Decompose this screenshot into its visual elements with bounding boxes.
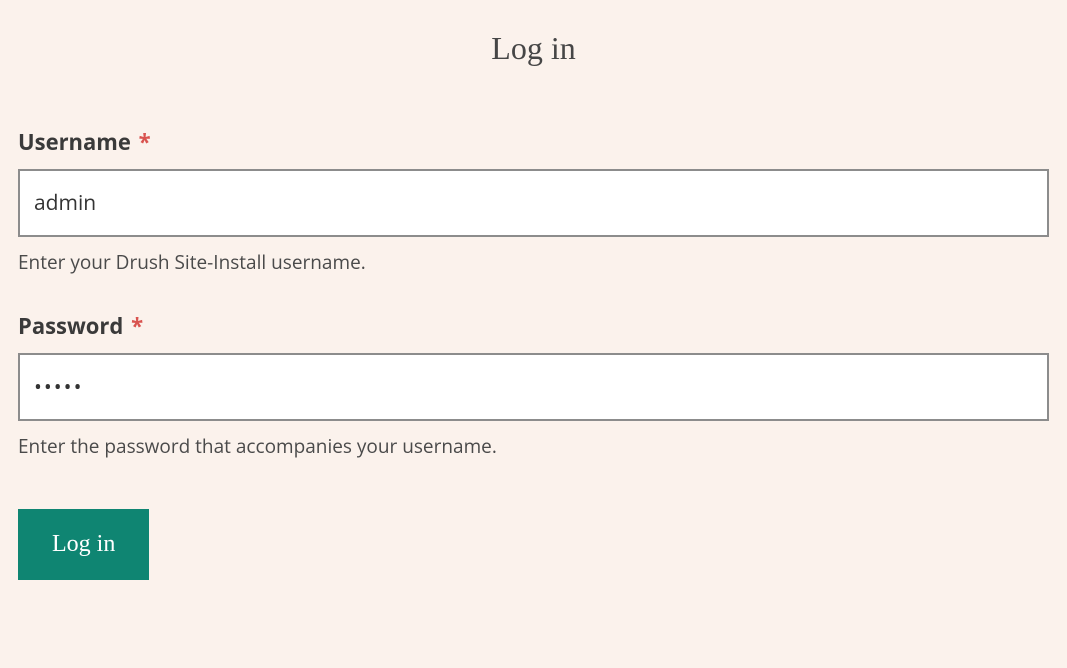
password-input[interactable]: [18, 353, 1049, 421]
password-help: Enter the password that accompanies your…: [18, 433, 1049, 459]
password-group: Password * Enter the password that accom…: [18, 311, 1049, 459]
required-marker: *: [131, 311, 143, 341]
username-label: Username *: [18, 127, 1049, 157]
username-label-text: Username: [18, 127, 131, 157]
username-group: Username * Enter your Drush Site-Install…: [18, 127, 1049, 275]
username-input[interactable]: [18, 169, 1049, 237]
username-help: Enter your Drush Site-Install username.: [18, 249, 1049, 275]
password-label: Password *: [18, 311, 1049, 341]
page-title: Log in: [0, 30, 1067, 67]
login-button[interactable]: Log in: [18, 509, 149, 580]
login-form: Username * Enter your Drush Site-Install…: [0, 127, 1067, 580]
password-label-text: Password: [18, 311, 123, 341]
required-marker: *: [139, 127, 151, 157]
